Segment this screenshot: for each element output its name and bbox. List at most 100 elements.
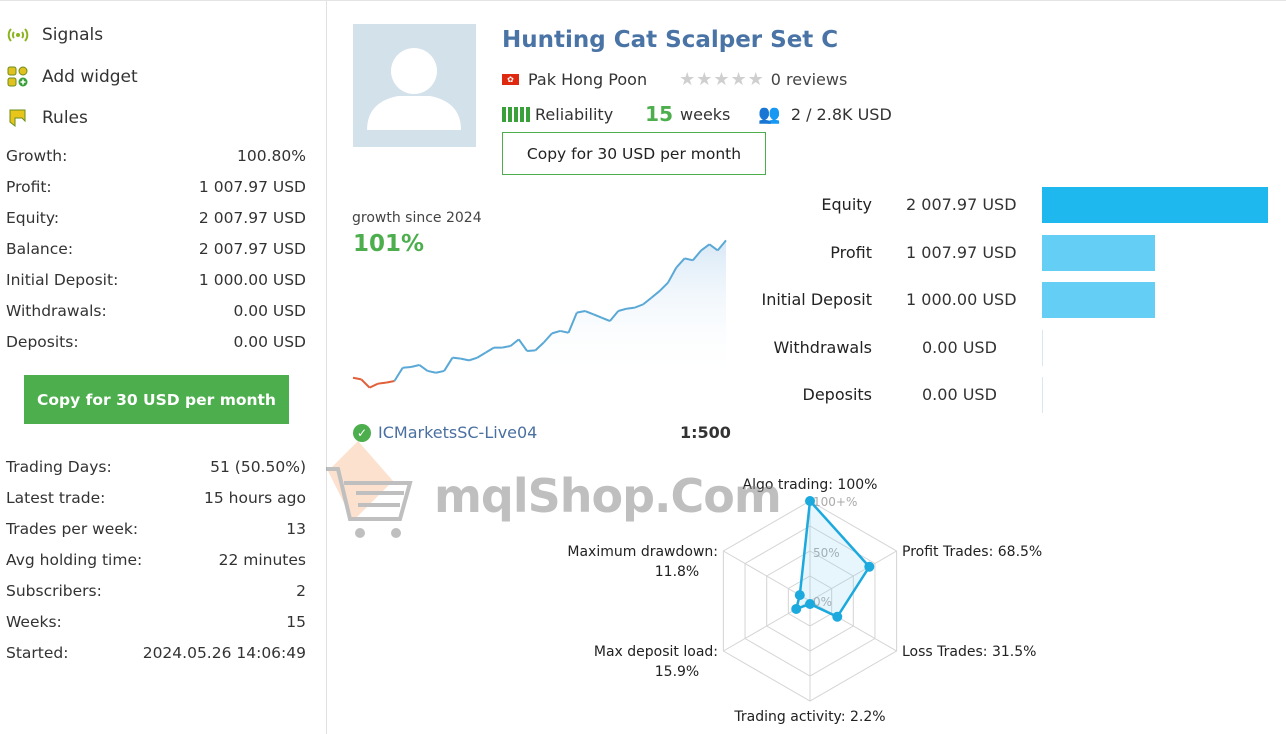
summary-bar [1042, 329, 1043, 366]
stat-value: 15 hours ago [204, 489, 306, 507]
stat-value: 13 [286, 520, 306, 538]
radar-point [794, 590, 805, 601]
stat-label: Trading Days: [6, 458, 112, 476]
hong-kong-flag-icon: ✿ [502, 74, 519, 85]
stat-row: Equity: 2 007.97 USD [6, 209, 306, 227]
stat-label: Weeks: [6, 613, 62, 631]
radar-axis-label: Algo trading: 100% [743, 477, 878, 493]
radar-axis-label: Trading activity: 2.2% [733, 709, 885, 725]
verified-shield-icon: ✓ [353, 423, 371, 442]
stat-row: Started: 2024.05.26 14:06:49 [6, 644, 306, 662]
summary-bar [1042, 234, 1156, 271]
stat-value: 2 007.97 USD [198, 240, 306, 258]
summary-label: Equity [821, 195, 872, 214]
growth-segment [369, 382, 379, 389]
copy-button-outline[interactable]: Copy for 30 USD per month [502, 132, 766, 175]
signal-icon [6, 24, 30, 46]
stat-label: Started: [6, 644, 69, 662]
stat-label: Equity: [6, 209, 60, 227]
growth-chart [352, 239, 727, 389]
stat-row: Subscribers: 2 [6, 582, 306, 600]
summary-label: Profit [830, 242, 872, 262]
growth-segment [360, 378, 371, 389]
stat-row: Profit: 1 007.97 USD [6, 178, 306, 196]
stat-row: Withdrawals: 0.00 USD [6, 302, 306, 320]
summary-bar [1042, 377, 1043, 413]
stat-row: Weeks: 15 [6, 613, 306, 631]
leverage: 1:500 [680, 423, 731, 442]
summary-value: 0.00 USD [922, 337, 997, 357]
subscribers-funds: 2 / 2.8K USD [790, 104, 892, 124]
stat-label: Subscribers: [6, 582, 102, 600]
stat-value: 100.80% [237, 147, 306, 165]
growth-area [353, 240, 726, 378]
author-name[interactable]: Pak Hong Poon [528, 70, 647, 89]
stat-label: Growth: [6, 147, 68, 165]
reliability-bars-icon [502, 106, 530, 122]
stat-value: 2 [296, 582, 306, 600]
stat-value: 22 minutes [218, 551, 306, 569]
avatar [353, 24, 476, 147]
stat-row: Balance: 2 007.97 USD [6, 240, 306, 258]
summary-value: 2 007.97 USD [906, 195, 1017, 214]
nav-add-widget[interactable]: Add widget [6, 65, 138, 89]
signal-title[interactable]: Hunting Cat Scalper Set C [502, 27, 838, 53]
stat-row: Growth: 100.80% [6, 147, 306, 165]
meta-line: Reliability 15 weeks 👥 2 / 2.8K USD [502, 102, 892, 126]
radar-axis-label: Max deposit load: [594, 644, 718, 660]
radar-axis-label: Loss Trades: 31.5% [902, 644, 1036, 660]
nav-label: Signals [42, 25, 104, 45]
copy-subscribe-button[interactable]: Copy for 30 USD per month [24, 375, 289, 424]
growth-segment [626, 306, 635, 310]
stat-value: 0.00 USD [233, 333, 306, 351]
summary-bar [1042, 282, 1155, 318]
reviews-count[interactable]: 0 reviews [771, 70, 848, 89]
stat-value: 15 [286, 613, 306, 631]
radar-point [832, 611, 843, 622]
stat-label: Avg holding time: [6, 551, 143, 569]
author-line: ✿ Pak Hong Poon ★★★★★ 0 reviews [502, 69, 847, 90]
radar-point [805, 599, 815, 609]
growth-segment [402, 366, 412, 369]
summary-label: Initial Deposit [761, 290, 872, 309]
stat-label: Withdrawals: [6, 302, 107, 320]
stat-value: 1 007.97 USD [198, 178, 306, 196]
stat-label: Initial Deposit: [6, 271, 119, 289]
rules-flag-icon [6, 107, 30, 129]
radar-axis-label: Profit Trades: 68.5% [902, 544, 1042, 560]
growth-segment [385, 380, 395, 384]
shopping-cart-icon [326, 441, 413, 538]
server-line: ✓ ICMarketsSC-Live04 [353, 423, 537, 442]
stat-label: Profit: [6, 178, 52, 196]
broker-server[interactable]: ICMarketsSC-Live04 [378, 423, 537, 442]
radar-axis-value: 15.9% [655, 664, 699, 680]
radar-ring-label: 100+% [813, 495, 857, 509]
radar-point [805, 496, 815, 506]
growth-label: growth since 2024 [352, 210, 482, 226]
stat-value: 2024.05.26 14:06:49 [142, 644, 306, 662]
stat-row: Avg holding time: 22 minutes [6, 551, 306, 569]
stat-label: Balance: [6, 240, 74, 258]
weeks-number: 15 [645, 102, 674, 126]
widget-icon [6, 66, 30, 88]
stat-row: Trades per week: 13 [6, 520, 306, 538]
radar-point [791, 603, 802, 614]
stat-row: Deposits: 0.00 USD [6, 333, 306, 351]
summary-value: 0.00 USD [922, 385, 997, 404]
radar-axis-value: 11.8% [655, 564, 699, 580]
radar-chart: 0%50%100+%Algo trading: 100%Profit Trade… [567, 477, 1042, 725]
stat-value: 1 000.00 USD [198, 271, 306, 289]
rating-stars: ★★★★★ [679, 69, 765, 90]
weeks-label: weeks [680, 104, 731, 124]
stat-label: Deposits: [6, 333, 79, 351]
nav-rules[interactable]: Rules [6, 106, 88, 130]
summary-value: 1 007.97 USD [906, 242, 1017, 262]
stat-label: Latest trade: [6, 489, 106, 507]
growth-segment [526, 349, 536, 353]
growth-segment [452, 356, 461, 360]
stat-value: 51 (50.50%) [210, 458, 306, 476]
stat-row: Latest trade: 15 hours ago [6, 489, 306, 507]
summary-label: Deposits [802, 385, 873, 404]
nav-signals[interactable]: Signals [6, 23, 103, 47]
stat-row: Initial Deposit: 1 000.00 USD [6, 271, 306, 289]
